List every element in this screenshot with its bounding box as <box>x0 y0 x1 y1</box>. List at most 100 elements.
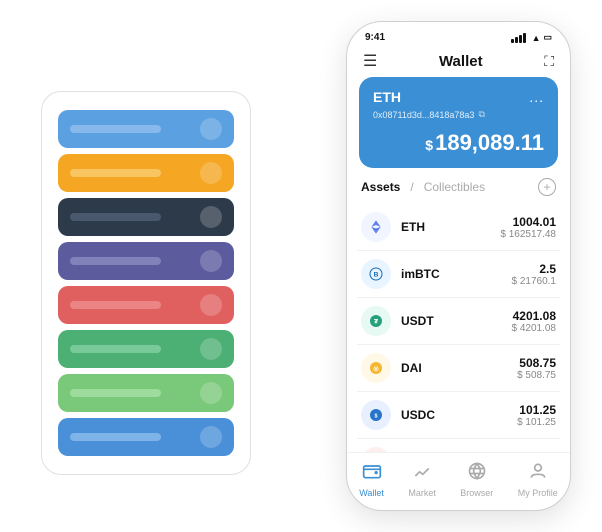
stack-card-line <box>70 125 161 133</box>
stack-card[interactable] <box>58 418 234 456</box>
svg-text:B: B <box>374 272 379 279</box>
nav-bar: ☰ Wallet ⛶ <box>347 47 570 77</box>
bottom-nav-wallet[interactable]: Wallet <box>359 461 384 498</box>
expand-icon[interactable]: ⛶ <box>544 53 554 70</box>
asset-icon-imbtc: B <box>361 259 391 289</box>
market-nav-icon <box>412 461 432 486</box>
time-display: 9:41 <box>365 32 385 43</box>
tab-assets[interactable]: Assets <box>361 180 400 194</box>
asset-amount-eth: 1004.01 <box>500 215 556 229</box>
asset-usd-dai: $ 508.75 <box>517 370 556 381</box>
stack-card[interactable] <box>58 110 234 148</box>
copy-icon[interactable]: ⧉ <box>478 109 484 120</box>
stack-card[interactable] <box>58 330 234 368</box>
stack-card[interactable] <box>58 198 234 236</box>
tab-collectibles[interactable]: Collectibles <box>424 180 485 194</box>
stack-card[interactable] <box>58 242 234 280</box>
asset-name-imbtc: imBTC <box>401 267 512 281</box>
asset-values-usdc: 101.25$ 101.25 <box>517 403 556 428</box>
tab-separator: / <box>410 180 413 194</box>
stack-card-line <box>70 345 161 353</box>
asset-name-usdc: USDC <box>401 408 517 422</box>
asset-item[interactable]: ◎ DAI508.75$ 508.75 <box>357 345 560 392</box>
signal-bar-3 <box>519 35 522 43</box>
status-icons: ▲ ▭ <box>511 32 552 43</box>
svg-text:◎: ◎ <box>373 367 379 373</box>
wallet-nav-icon <box>362 461 382 486</box>
asset-usd-eth: $ 162517.48 <box>500 229 556 240</box>
asset-values-usdt: 4201.08$ 4201.08 <box>512 309 557 334</box>
asset-values-imbtc: 2.5$ 21760.1 <box>512 262 557 287</box>
signal-bar-4 <box>523 33 526 43</box>
eth-ticker: ETH <box>373 89 401 105</box>
asset-amount-imbtc: 2.5 <box>512 262 557 276</box>
scene: 9:41 ▲ ▭ ☰ Wallet ⛶ ETH ... <box>11 11 591 521</box>
stack-card-icon <box>200 338 222 360</box>
asset-item[interactable]: TTFT130 <box>357 439 560 452</box>
asset-list: ETH1004.01$ 162517.48BimBTC2.5$ 21760.1₮… <box>347 204 570 452</box>
bottom-nav-browser[interactable]: Browser <box>460 461 493 498</box>
eth-balance: $189,089.11 <box>373 130 544 156</box>
stack-card-line <box>70 433 161 441</box>
asset-icon-usdt: ₮ <box>361 306 391 336</box>
add-asset-button[interactable]: + <box>538 178 556 196</box>
stack-card-line <box>70 213 161 221</box>
stack-card-line <box>70 389 161 397</box>
stack-card-icon <box>200 382 222 404</box>
market-nav-label: Market <box>408 488 436 498</box>
menu-icon[interactable]: ☰ <box>363 51 377 71</box>
wallet-nav-label: Wallet <box>359 488 384 498</box>
stack-card[interactable] <box>58 374 234 412</box>
stack-card-icon <box>200 162 222 184</box>
battery-icon: ▭ <box>543 32 552 43</box>
asset-values-dai: 508.75$ 508.75 <box>517 356 556 381</box>
asset-amount-usdc: 101.25 <box>517 403 556 417</box>
stack-card-icon <box>200 294 222 316</box>
nav-title: Wallet <box>439 53 483 70</box>
asset-values-eth: 1004.01$ 162517.48 <box>500 215 556 240</box>
asset-usd-imbtc: $ 21760.1 <box>512 276 557 287</box>
balance-amount: 189,089.11 <box>435 130 544 155</box>
asset-usd-usdc: $ 101.25 <box>517 417 556 428</box>
asset-item[interactable]: $ USDC101.25$ 101.25 <box>357 392 560 439</box>
bottom-nav-profile[interactable]: My Profile <box>518 461 558 498</box>
asset-amount-usdt: 4201.08 <box>512 309 557 323</box>
asset-icon-eth <box>361 212 391 242</box>
asset-item[interactable]: ₮ USDT4201.08$ 4201.08 <box>357 298 560 345</box>
stack-card-icon <box>200 250 222 272</box>
asset-usd-usdt: $ 4201.08 <box>512 323 557 334</box>
stack-card-icon <box>200 118 222 140</box>
eth-card[interactable]: ETH ... 0x08711d3d...8418a78a3 ⧉ $189,08… <box>359 77 558 168</box>
asset-item[interactable]: ETH1004.01$ 162517.48 <box>357 204 560 251</box>
balance-symbol: $ <box>425 137 433 153</box>
svg-text:$: $ <box>375 414 378 420</box>
stack-card[interactable] <box>58 154 234 192</box>
asset-amount-dai: 508.75 <box>517 356 556 370</box>
card-stack <box>41 91 251 475</box>
asset-item[interactable]: BimBTC2.5$ 21760.1 <box>357 251 560 298</box>
eth-menu-dots[interactable]: ... <box>529 89 544 105</box>
stack-card-icon <box>200 206 222 228</box>
asset-name-dai: DAI <box>401 361 517 375</box>
eth-address: 0x08711d3d...8418a78a3 ⧉ <box>373 109 544 120</box>
signal-bar-2 <box>515 37 518 43</box>
profile-nav-icon <box>528 461 548 486</box>
wifi-icon: ▲ <box>532 33 541 43</box>
assets-header: Assets / Collectibles + <box>347 178 570 204</box>
profile-nav-label: My Profile <box>518 488 558 498</box>
bottom-nav: Wallet Market Browser My Profile <box>347 452 570 510</box>
signal-bar-1 <box>511 39 514 43</box>
stack-card-line <box>70 169 161 177</box>
asset-name-usdt: USDT <box>401 314 512 328</box>
status-bar: 9:41 ▲ ▭ <box>347 22 570 47</box>
stack-card[interactable] <box>58 286 234 324</box>
stack-card-line <box>70 301 161 309</box>
browser-nav-icon <box>467 461 487 486</box>
phone: 9:41 ▲ ▭ ☰ Wallet ⛶ ETH ... <box>346 21 571 511</box>
svg-text:₮: ₮ <box>374 319 378 326</box>
browser-nav-label: Browser <box>460 488 493 498</box>
bottom-nav-market[interactable]: Market <box>408 461 436 498</box>
asset-icon-dai: ◎ <box>361 353 391 383</box>
stack-card-icon <box>200 426 222 448</box>
asset-icon-usdc: $ <box>361 400 391 430</box>
